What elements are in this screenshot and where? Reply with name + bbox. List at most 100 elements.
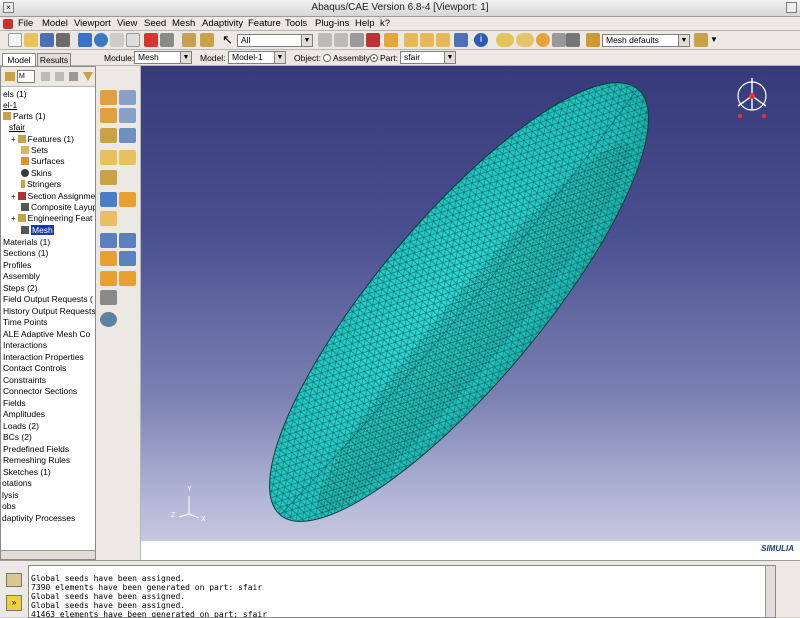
tab-model[interactable]: Model <box>2 53 36 66</box>
part-select[interactable]: sfair ▼ <box>400 51 456 64</box>
tree-item[interactable]: Interaction Properties <box>3 352 84 363</box>
print-icon[interactable] <box>56 33 70 47</box>
tab-results[interactable]: Results <box>37 53 71 66</box>
tree-item[interactable]: Amplitudes <box>3 409 45 420</box>
message-area-icon[interactable] <box>6 573 22 587</box>
tree-item[interactable]: Steps (2) <box>3 283 38 294</box>
tree-item[interactable]: sfair <box>9 122 25 133</box>
rotate-icon[interactable] <box>94 33 108 47</box>
shade-icon[interactable] <box>536 33 550 47</box>
toolbar-extra-icon[interactable] <box>694 33 708 47</box>
menu-plugins[interactable]: Plug-ins <box>315 18 349 29</box>
magnify-icon[interactable] <box>110 33 124 47</box>
select-arrow-icon[interactable]: ↖ <box>222 33 236 47</box>
partition-cell-icon[interactable] <box>100 211 117 226</box>
expand-icon[interactable]: + <box>11 135 16 144</box>
tree-expand-icon[interactable] <box>41 72 50 81</box>
info-icon[interactable]: i <box>474 33 488 47</box>
menu-seed[interactable]: Seed <box>144 18 166 29</box>
message-log[interactable]: Global seeds have been assigned. 7390 el… <box>28 565 776 618</box>
partition-face-icon[interactable] <box>119 192 136 207</box>
tree-item[interactable]: Sections (1) <box>3 248 48 259</box>
mesh-stats-icon[interactable] <box>100 290 117 305</box>
menu-mesh[interactable]: Mesh <box>172 18 195 29</box>
tree-item[interactable]: ALE Adaptive Mesh Co <box>3 329 90 340</box>
tree-item[interactable]: lysis <box>2 490 19 501</box>
menu-tools[interactable]: Tools <box>285 18 307 29</box>
delete-seed-icon[interactable] <box>100 108 117 123</box>
virtual-topology-icon[interactable] <box>100 233 117 248</box>
layer-icon[interactable] <box>552 33 566 47</box>
menu-adaptivity[interactable]: Adaptivity <box>202 18 243 29</box>
expand-icon[interactable]: + <box>11 214 16 223</box>
viewport[interactable]: Y Z X <box>141 66 800 541</box>
tree-item[interactable]: obs <box>2 501 16 512</box>
expand-icon[interactable]: + <box>11 192 16 201</box>
assign-mesh-controls-icon[interactable] <box>100 150 117 165</box>
visibility-icon[interactable] <box>496 33 514 47</box>
tree-item[interactable]: Contact Controls <box>3 363 66 374</box>
part-radio[interactable] <box>370 54 378 62</box>
cycle-views-icon[interactable] <box>160 33 174 47</box>
new-file-icon[interactable] <box>8 33 22 47</box>
seed-part-icon[interactable] <box>100 90 117 105</box>
tree-item[interactable]: History Output Requests <box>3 306 95 317</box>
message-scrollbar[interactable] <box>765 566 775 617</box>
partition-edge-icon[interactable] <box>100 192 117 207</box>
top-view-icon[interactable] <box>436 33 450 47</box>
tree-item[interactable]: Surfaces <box>21 156 65 167</box>
tree-item[interactable]: Predefined Fields <box>3 444 69 455</box>
assign-element-type-icon[interactable] <box>119 150 136 165</box>
open-folder-icon[interactable] <box>24 33 38 47</box>
tree-item[interactable]: Time Points <box>3 317 48 328</box>
tree-filter-icon[interactable] <box>83 72 93 81</box>
command-line-icon[interactable]: » <box>6 595 22 611</box>
save-icon[interactable] <box>40 33 54 47</box>
grid-icon[interactable] <box>566 33 580 47</box>
tree-item[interactable]: + Features (1) <box>11 134 74 145</box>
menu-model[interactable]: Model <box>42 18 68 29</box>
menu-file[interactable]: File <box>18 18 33 29</box>
menu-viewport[interactable]: Viewport <box>74 18 111 29</box>
tree-highlight-icon[interactable] <box>69 72 78 81</box>
menu-feature[interactable]: Feature <box>248 18 281 29</box>
module-select[interactable]: Mesh ▼ <box>134 51 192 64</box>
mesh-part-icon[interactable] <box>100 128 117 143</box>
mesh-defaults-icon[interactable] <box>586 33 600 47</box>
display-group-icon[interactable] <box>516 33 534 47</box>
menu-view[interactable]: View <box>117 18 137 29</box>
datum-icon[interactable] <box>119 233 136 248</box>
tree-item[interactable]: Constraints <box>3 375 46 386</box>
iso-view-icon[interactable] <box>384 33 398 47</box>
seed-edge-bias-icon[interactable] <box>119 108 136 123</box>
back-view-icon[interactable] <box>420 33 434 47</box>
tree-item[interactable]: Interactions <box>3 340 47 351</box>
tree-item[interactable]: Stringers <box>21 179 61 190</box>
create-mesh-part-icon[interactable] <box>119 251 136 266</box>
selection-options-icon[interactable] <box>318 33 332 47</box>
tree-scrollbar[interactable] <box>1 550 95 559</box>
tree-collapse-icon[interactable] <box>55 72 64 81</box>
tree-item[interactable]: Field Output Requests ( <box>3 294 93 305</box>
tree-item[interactable]: Loads (2) <box>3 421 39 432</box>
menu-context-help[interactable]: k? <box>380 18 390 29</box>
tree-item[interactable]: Materials (1) <box>3 237 50 248</box>
tree-item[interactable]: Fields <box>3 398 26 409</box>
front-view-icon[interactable] <box>404 33 418 47</box>
tree-item[interactable]: Skins <box>21 168 52 179</box>
view-cube[interactable] <box>737 78 767 118</box>
toolbar-dropdown-icon[interactable]: ▼ <box>710 35 718 44</box>
tree-item[interactable]: BCs (2) <box>3 432 32 443</box>
pick-icon[interactable] <box>350 33 364 47</box>
auto-fit-icon[interactable] <box>144 33 158 47</box>
tree-item[interactable]: + Engineering Feat <box>11 213 92 224</box>
seed-edge-icon[interactable] <box>119 90 136 105</box>
pan-icon[interactable] <box>78 33 92 47</box>
tree-item[interactable]: el-1 <box>3 100 17 111</box>
tree-item[interactable]: Assembly <box>3 271 40 282</box>
tree-item[interactable]: Remeshing Rules <box>3 455 70 466</box>
mesh-region-icon[interactable] <box>119 128 136 143</box>
tree-item[interactable]: Connector Sections <box>3 386 77 397</box>
zoom-window-button[interactable] <box>786 2 797 13</box>
tools-gear-icon[interactable] <box>100 312 117 327</box>
